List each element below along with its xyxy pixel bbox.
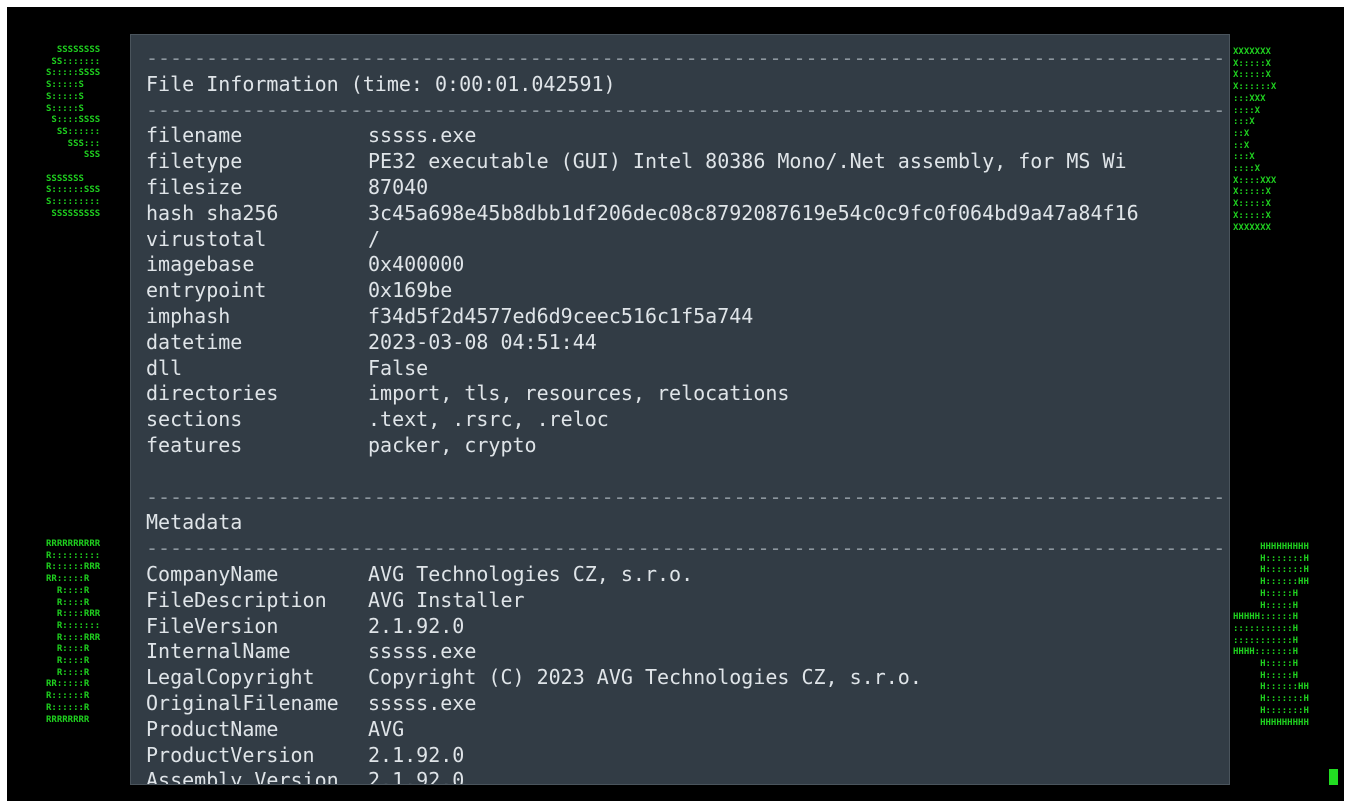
field-row: features packer, crypto — [146, 433, 1226, 459]
separator-line: ----------------------------------------… — [146, 536, 1226, 561]
terminal-window: SSSSSSSS SS::::::: S:::::SSSS S:::::S S:… — [7, 7, 1344, 801]
field-key: features — [146, 432, 243, 457]
field-row: filename sssss.exe — [146, 123, 1226, 149]
metadata-heading: Metadata — [146, 510, 243, 535]
field-key: dll — [146, 355, 183, 380]
field-value[interactable]: Copyright (C) 2023 AVG Technologies CZ, … — [368, 665, 922, 689]
ascii-art-letter-s: SSSSSSSS SS::::::: S:::::SSSS S:::::S S:… — [46, 45, 101, 219]
field-value[interactable]: import, tls, resources, relocations — [368, 381, 789, 405]
field-key: CompanyName — [146, 561, 279, 586]
separator-line: ----------------------------------------… — [146, 97, 1226, 122]
field-value[interactable]: AVG Technologies CZ, s.r.o. — [368, 562, 693, 586]
field-key: InternalName — [146, 639, 291, 664]
field-value[interactable]: sssss.exe — [368, 691, 476, 715]
field-key: ProductVersion — [146, 742, 315, 767]
field-key: FileVersion — [146, 613, 279, 638]
field-key: filename — [146, 123, 243, 148]
field-value[interactable]: AVG — [368, 717, 404, 741]
field-key: Assembly Version — [146, 768, 339, 785]
field-value[interactable]: packer, crypto — [368, 433, 537, 457]
field-key: FileDescription — [146, 587, 327, 612]
field-value[interactable]: / — [368, 227, 380, 251]
metadata-list: CompanyName AVG Technologies CZ, s.r.o. Fi… — [146, 562, 1226, 785]
file-info-list: filename sssss.exe filetype PE32 executable… — [146, 123, 1226, 458]
field-row: CompanyName AVG Technologies CZ, s.r.o. — [146, 562, 1226, 588]
field-key: filetype — [146, 149, 243, 174]
field-row: directories import, tls, resources, reloc… — [146, 381, 1226, 407]
field-value[interactable]: False — [368, 356, 428, 380]
field-row: InternalName sssss.exe — [146, 639, 1226, 665]
field-row: filetype PE32 executable (GUI) Intel 8038… — [146, 149, 1226, 175]
field-row: LegalCopyright Copyright (C) 2023 AVG Tec… — [146, 665, 1226, 691]
field-key: filesize — [146, 174, 243, 199]
field-value[interactable]: 0x400000 — [368, 252, 464, 276]
field-row: Assembly Version 2.1.92.0 — [146, 768, 1226, 785]
field-row: virustotal / — [146, 227, 1226, 253]
field-value[interactable]: 87040 — [368, 175, 428, 199]
field-key: directories — [146, 381, 279, 406]
field-key: datetime — [146, 329, 243, 354]
field-key: imphash — [146, 303, 231, 328]
field-row: imagebase 0x400000 — [146, 252, 1226, 278]
field-key: hash sha256 — [146, 200, 279, 225]
field-row: hash sha256 3c45a698e45b8dbb1df206dec08c8… — [146, 201, 1226, 227]
field-value[interactable]: AVG Installer — [368, 588, 525, 612]
field-row: datetime 2023-03-08 04:51:44 — [146, 330, 1226, 356]
ascii-art-letter-r: RRRRRRRRRR R::::::::: R::::::RRR RR:::::… — [46, 539, 101, 725]
field-key: sections — [146, 407, 243, 432]
field-value[interactable]: 0x169be — [368, 278, 452, 302]
field-value[interactable]: sssss.exe — [368, 123, 476, 147]
field-value[interactable]: f34d5f2d4577ed6d9ceec516c1f5a744 — [368, 304, 753, 328]
field-value[interactable]: 2023-03-08 04:51:44 — [368, 330, 597, 354]
field-value[interactable]: 2.1.92.0 — [368, 768, 464, 784]
field-value[interactable]: 3c45a698e45b8dbb1df206dec08c8792087619e5… — [368, 201, 1139, 225]
field-row: dll False — [146, 356, 1226, 382]
field-row: filesize 87040 — [146, 175, 1226, 201]
file-info-heading: File Information (time: 0:00:01.042591) — [146, 71, 616, 96]
block-cursor-icon — [1329, 769, 1338, 785]
field-value[interactable]: 2.1.92.0 — [368, 614, 464, 638]
field-key: virustotal — [146, 226, 267, 251]
field-row: imphash f34d5f2d4577ed6d9ceec516c1f5a744 — [146, 304, 1226, 330]
separator-line: ----------------------------------------… — [146, 484, 1226, 509]
field-key: entrypoint — [146, 278, 267, 303]
ascii-art-letter-h: HHHHHHHHH H:::::::H H:::::::H H::::::HH … — [1233, 542, 1309, 728]
report-body: ----------------------------------------… — [146, 46, 1226, 785]
file-report-panel: ----------------------------------------… — [130, 34, 1230, 785]
field-row: sections .text, .rsrc, .reloc — [146, 407, 1226, 433]
field-value[interactable]: 2.1.92.0 — [368, 743, 464, 767]
field-key: LegalCopyright — [146, 665, 315, 690]
ascii-art-letter-x: XXXXXXX X:::::X X:::::X X::::::X :::XXX … — [1233, 47, 1277, 233]
field-value[interactable]: .text, .rsrc, .reloc — [368, 407, 609, 431]
field-value[interactable]: sssss.exe — [368, 639, 476, 663]
field-row: ProductVersion 2.1.92.0 — [146, 743, 1226, 769]
field-row: ProductName AVG — [146, 717, 1226, 743]
field-row: entrypoint 0x169be — [146, 278, 1226, 304]
field-row: FileVersion 2.1.92.0 — [146, 614, 1226, 640]
field-key: imagebase — [146, 252, 255, 277]
field-row: OriginalFilename sssss.exe — [146, 691, 1226, 717]
field-key: OriginalFilename — [146, 690, 339, 715]
field-row: FileDescription AVG Installer — [146, 588, 1226, 614]
field-value[interactable]: PE32 executable (GUI) Intel 80386 Mono/.… — [368, 149, 1127, 173]
separator-line: ----------------------------------------… — [146, 46, 1226, 70]
field-key: ProductName — [146, 716, 279, 741]
